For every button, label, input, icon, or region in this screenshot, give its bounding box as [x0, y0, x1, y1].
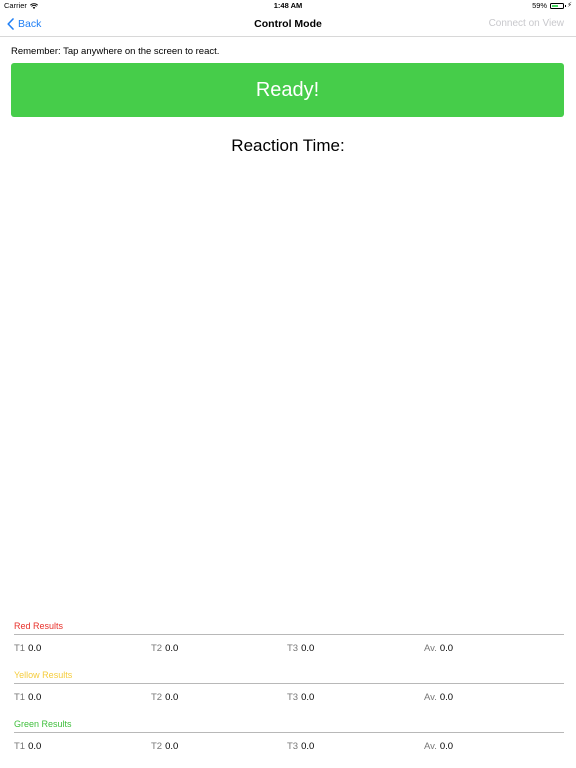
t3-value: 0.0: [301, 741, 315, 752]
results-row: T1 0.0 T2 0.0 T3 0.0 Av. 0.0: [14, 741, 564, 753]
t2-cell: T2 0.0: [151, 692, 178, 703]
t1-cell: T1 0.0: [14, 692, 41, 703]
t1-label: T1: [14, 741, 26, 752]
t1-cell: T1 0.0: [14, 643, 41, 654]
t2-value: 0.0: [165, 741, 179, 752]
divider: [14, 732, 564, 733]
t3-label: T3: [287, 643, 299, 654]
status-time: 1:48 AM: [273, 1, 303, 10]
ready-button[interactable]: Ready!: [11, 63, 564, 117]
t3-label: T3: [287, 692, 299, 703]
charging-bolt-icon: ⚡: [567, 2, 572, 9]
t1-label: T1: [14, 643, 26, 654]
t2-cell: T2 0.0: [151, 741, 178, 752]
average-cell: Av. 0.0: [424, 692, 453, 703]
average-label: Av.: [424, 741, 437, 752]
app-screen[interactable]: Carrier 1:48 AM 59% ⚡ Back Control Mode …: [0, 0, 576, 768]
average-cell: Av. 0.0: [424, 643, 453, 654]
t1-label: T1: [14, 692, 26, 703]
divider: [14, 634, 564, 635]
t2-cell: T2 0.0: [151, 643, 178, 654]
t2-label: T2: [151, 692, 163, 703]
t3-label: T3: [287, 741, 299, 752]
divider: [14, 683, 564, 684]
navigation-bar: Back Control Mode Connect on View: [0, 12, 576, 37]
t1-value: 0.0: [28, 643, 42, 654]
results-label: Green Results: [14, 719, 72, 729]
t2-label: T2: [151, 643, 163, 654]
average-cell: Av. 0.0: [424, 741, 453, 752]
average-value: 0.0: [439, 741, 454, 752]
t3-cell: T3 0.0: [287, 692, 314, 703]
status-right: 59% ⚡: [532, 0, 572, 12]
t2-label: T2: [151, 741, 163, 752]
t3-value: 0.0: [301, 643, 315, 654]
average-label: Av.: [424, 643, 437, 654]
connect-on-view-button[interactable]: Connect on View: [489, 12, 564, 36]
reaction-time-title: Reaction Time:: [231, 136, 345, 155]
green-results-section: Green Results T1 0.0 T2 0.0 T3 0.0 Av. 0.0: [14, 718, 564, 753]
results-row: T1 0.0 T2 0.0 T3 0.0 Av. 0.0: [14, 643, 564, 655]
t2-value: 0.0: [165, 643, 179, 654]
average-value: 0.0: [439, 643, 454, 654]
battery-icon: [550, 3, 567, 9]
t1-value: 0.0: [28, 692, 42, 703]
average-value: 0.0: [439, 692, 454, 703]
average-label: Av.: [424, 692, 437, 703]
reminder-text: Remember: Tap anywhere on the screen to …: [11, 46, 220, 57]
red-results-section: Red Results T1 0.0 T2 0.0 T3 0.0 Av. 0.0: [14, 620, 564, 655]
yellow-results-section: Yellow Results T1 0.0 T2 0.0 T3 0.0 Av. 0.0: [14, 669, 564, 704]
t1-cell: T1 0.0: [14, 741, 41, 752]
t3-cell: T3 0.0: [287, 741, 314, 752]
status-bar: Carrier 1:48 AM 59% ⚡: [0, 0, 576, 12]
results-row: T1 0.0 T2 0.0 T3 0.0 Av. 0.0: [14, 692, 564, 704]
results-label: Yellow Results: [14, 670, 73, 680]
t2-value: 0.0: [165, 692, 179, 703]
t3-value: 0.0: [301, 692, 315, 703]
t1-value: 0.0: [28, 741, 42, 752]
battery-percent: 59%: [532, 1, 548, 10]
t3-cell: T3 0.0: [287, 643, 314, 654]
results-label: Red Results: [14, 621, 64, 631]
